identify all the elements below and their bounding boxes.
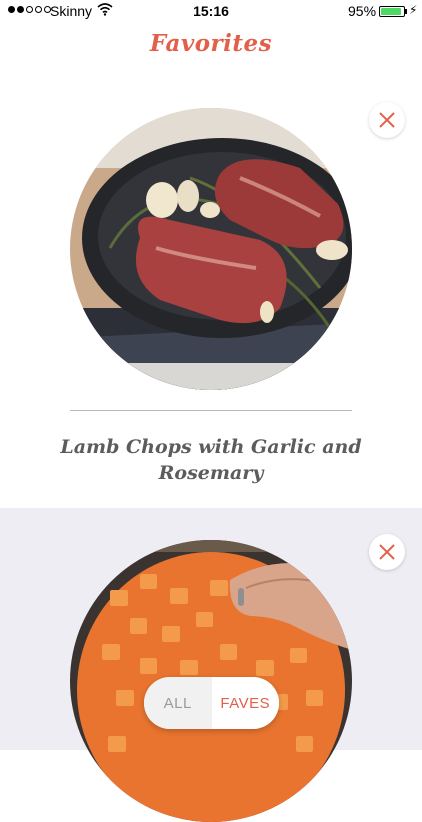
charging-bolt-icon: ⚡ [409,3,418,17]
battery-nub [405,9,407,14]
battery-percent: 95% [348,3,377,19]
recipe-title[interactable]: Lamb Chops with Garlic and Rosemary [40,434,382,486]
divider [70,410,352,411]
recipe-photo[interactable] [70,108,352,390]
favorite-card[interactable]: Lamb Chops with Garlic and Rosemary [0,80,422,508]
remove-favorite-button[interactable] [369,534,405,570]
filter-faves-button[interactable]: FAVES [211,677,279,729]
status-bar: Skinny 15:16 95% ⚡ [0,0,422,24]
close-icon [379,544,395,560]
filter-all-button[interactable]: ALL [144,677,212,729]
remove-favorite-button[interactable] [369,102,405,138]
page-title: Favorites [149,30,273,57]
close-icon [379,112,395,128]
battery-icon [379,6,405,17]
favorites-filter[interactable]: ALL FAVES [144,677,279,729]
